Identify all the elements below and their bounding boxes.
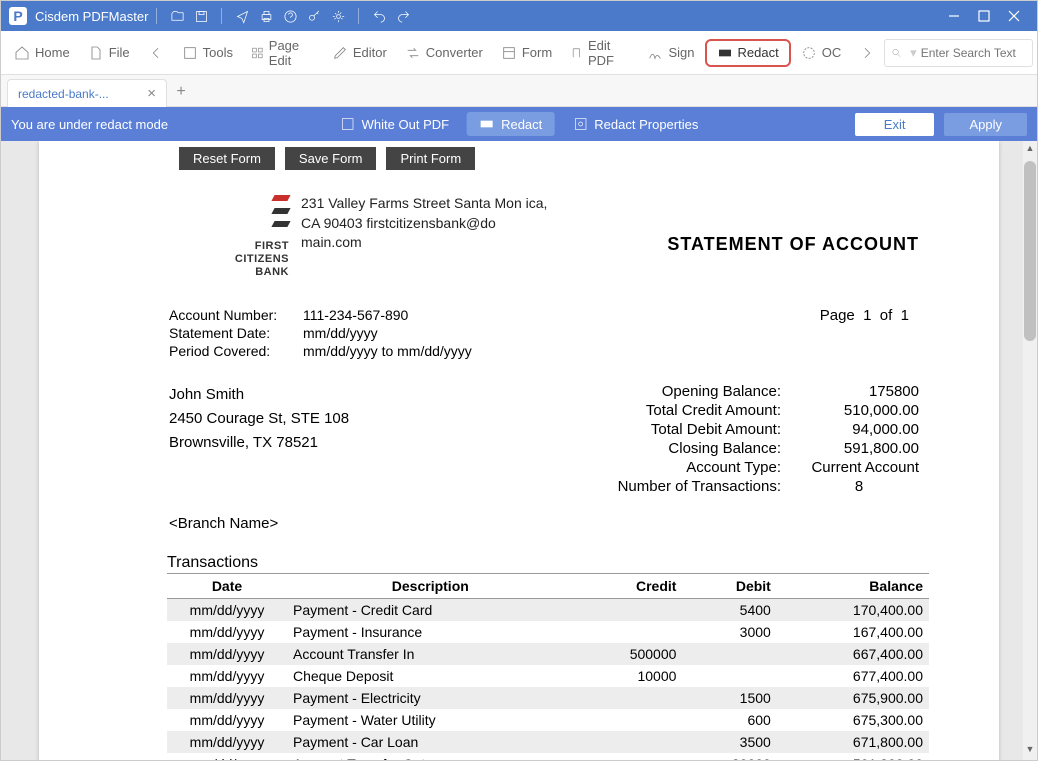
nav-back-button[interactable] bbox=[140, 41, 172, 65]
save-form-button[interactable]: Save Form bbox=[285, 147, 377, 170]
page-edit-button[interactable]: Page Edit bbox=[243, 34, 322, 72]
app-title: Cisdem PDFMaster bbox=[35, 9, 148, 24]
divider bbox=[358, 8, 359, 24]
document-viewport[interactable]: Reset Form Save Form Print Form FIRST CI… bbox=[1, 141, 1037, 760]
save-icon[interactable] bbox=[191, 6, 211, 26]
vertical-scrollbar[interactable]: ▲ ▼ bbox=[1023, 141, 1037, 760]
exit-button[interactable]: Exit bbox=[855, 113, 935, 136]
scroll-down-icon[interactable]: ▼ bbox=[1023, 744, 1037, 758]
scroll-up-icon[interactable]: ▲ bbox=[1023, 143, 1037, 157]
statement-title: STATEMENT OF ACCOUNT bbox=[667, 194, 949, 279]
redact-mode-bar: You are under redact mode White Out PDF … bbox=[1, 107, 1037, 141]
bank-address: 231 Valley Farms Street Santa Mon ica, C… bbox=[301, 194, 551, 279]
share-icon[interactable] bbox=[232, 6, 252, 26]
page-indicator: Page 1 of 1 bbox=[820, 307, 909, 361]
scrollbar-thumb[interactable] bbox=[1024, 161, 1036, 341]
balance-summary: Opening Balance:175800 Total Credit Amou… bbox=[618, 383, 919, 497]
edit-pdf-button[interactable]: Edit PDF bbox=[562, 34, 637, 72]
apply-button[interactable]: Apply bbox=[944, 113, 1027, 136]
tab-close-icon[interactable]: × bbox=[147, 85, 156, 102]
home-button[interactable]: Home bbox=[6, 41, 78, 65]
close-button[interactable] bbox=[999, 6, 1029, 26]
table-row: mm/dd/yyyyPayment - Electricity1500675,9… bbox=[167, 687, 929, 709]
new-tab-button[interactable]: + bbox=[167, 78, 195, 106]
reset-form-button[interactable]: Reset Form bbox=[179, 147, 275, 170]
print-form-button[interactable]: Print Form bbox=[386, 147, 475, 170]
undo-icon[interactable] bbox=[369, 6, 389, 26]
pdf-page: Reset Form Save Form Print Form FIRST CI… bbox=[39, 141, 999, 760]
ocr-button[interactable]: OC bbox=[793, 41, 850, 65]
editor-button[interactable]: Editor bbox=[324, 41, 395, 65]
search-box[interactable]: ▾ bbox=[884, 39, 1033, 67]
account-info: Account Number:111-234-567-890 Statement… bbox=[169, 307, 472, 361]
table-row: mm/dd/yyyyPayment - Water Utility600675,… bbox=[167, 709, 929, 731]
key-icon[interactable] bbox=[304, 6, 324, 26]
transactions-title: Transactions bbox=[167, 554, 929, 574]
converter-button[interactable]: Converter bbox=[397, 41, 491, 65]
redo-icon[interactable] bbox=[393, 6, 413, 26]
file-button[interactable]: File bbox=[80, 41, 138, 65]
redact-properties-button[interactable]: Redact Properties bbox=[560, 112, 710, 136]
redact-button[interactable]: Redact bbox=[705, 39, 791, 67]
sign-button[interactable]: Sign bbox=[639, 41, 702, 65]
divider bbox=[156, 8, 157, 24]
help-icon[interactable] bbox=[280, 6, 300, 26]
table-row: mm/dd/yyyyAccount Transfer In500000667,4… bbox=[167, 643, 929, 665]
customer-info: John Smith 2450 Courage St, STE 108 Brow… bbox=[169, 383, 349, 497]
tools-button[interactable]: Tools bbox=[174, 41, 241, 65]
transactions-section: Transactions Date Description Credit Deb… bbox=[39, 532, 999, 760]
tabstrip: redacted-bank-... × + bbox=[1, 75, 1037, 107]
form-button[interactable]: Form bbox=[493, 41, 560, 65]
main-toolbar: Home File Tools Page Edit Editor Convert… bbox=[1, 31, 1037, 75]
divider bbox=[221, 8, 222, 24]
settings-icon[interactable] bbox=[328, 6, 348, 26]
open-file-icon[interactable] bbox=[167, 6, 187, 26]
whiteout-pdf-button[interactable]: White Out PDF bbox=[328, 112, 461, 136]
branch-name: <Branch Name> bbox=[39, 497, 999, 532]
table-row: mm/dd/yyyyPayment - Insurance3000167,400… bbox=[167, 621, 929, 643]
table-row: mm/dd/yyyyAccount Transfer Out80000591,8… bbox=[167, 753, 929, 760]
transactions-table: Date Description Credit Debit Balance mm… bbox=[167, 574, 929, 760]
minimize-button[interactable] bbox=[939, 6, 969, 26]
table-row: mm/dd/yyyyPayment - Car Loan3500671,800.… bbox=[167, 731, 929, 753]
app-logo: P bbox=[9, 7, 27, 25]
print-icon[interactable] bbox=[256, 6, 276, 26]
search-input[interactable] bbox=[921, 46, 1026, 60]
search-icon bbox=[891, 46, 902, 60]
bank-logo: FIRST CITIZENS BANK bbox=[199, 194, 289, 279]
tab-label: redacted-bank-... bbox=[18, 87, 109, 101]
redact-tool-button[interactable]: Redact bbox=[467, 112, 554, 136]
titlebar: P Cisdem PDFMaster bbox=[1, 1, 1037, 31]
redact-mode-message: You are under redact mode bbox=[11, 117, 168, 132]
nav-forward-button[interactable] bbox=[851, 41, 883, 65]
maximize-button[interactable] bbox=[969, 6, 999, 26]
table-row: mm/dd/yyyyCheque Deposit10000677,400.00 bbox=[167, 665, 929, 687]
table-row: mm/dd/yyyyPayment - Credit Card5400170,4… bbox=[167, 599, 929, 622]
document-tab[interactable]: redacted-bank-... × bbox=[7, 79, 167, 107]
